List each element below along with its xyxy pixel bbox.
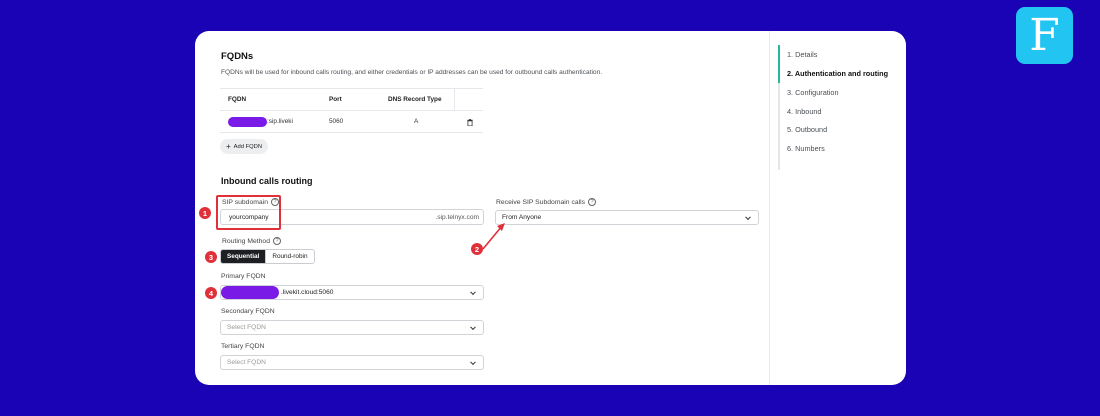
steps-progress-indicator <box>778 45 780 83</box>
col-header-port: Port <box>329 96 342 103</box>
primary-fqdn-label: Primary FQDN <box>221 273 266 280</box>
inbound-title: Inbound calls routing <box>221 176 313 186</box>
redacted-fqdn-prefix <box>228 117 267 127</box>
routing-method-toggle[interactable]: Sequential Round-robin <box>220 249 315 264</box>
step-numbers[interactable]: 6. Numbers <box>787 144 825 153</box>
record-type-cell: A <box>414 118 419 125</box>
fqdn-cell: :sip.liveki <box>267 118 293 125</box>
tertiary-fqdn-label: Tertiary FQDN <box>221 343 265 350</box>
panel-divider <box>769 31 770 385</box>
receive-calls-select[interactable]: From Anyone <box>495 210 759 225</box>
chevron-down-icon <box>470 358 476 365</box>
sip-domain-suffix: .sip.telnyx.com <box>435 213 479 221</box>
chevron-down-icon <box>745 213 751 220</box>
annotation-arrow <box>482 223 505 250</box>
routing-option-sequential[interactable]: Sequential <box>221 250 266 263</box>
highlight-box-sip-subdomain <box>216 195 281 230</box>
fqdns-description: FQDNs will be used for inbound calls rou… <box>221 69 603 76</box>
annotation-badge-2: 2 <box>471 243 483 255</box>
step-details[interactable]: 1. Details <box>787 50 817 59</box>
step-outbound[interactable]: 5. Outbound <box>787 125 827 134</box>
tertiary-fqdn-placeholder: Select FQDN <box>227 359 266 366</box>
table-header-border <box>220 110 483 111</box>
port-cell: 5060 <box>329 118 344 125</box>
table-row-border <box>220 132 483 133</box>
chevron-down-icon <box>470 323 476 330</box>
secondary-fqdn-placeholder: Select FQDN <box>227 324 266 331</box>
step-inbound[interactable]: 4. Inbound <box>787 107 822 116</box>
main-panel: FQDNs FQDNs will be used for inbound cal… <box>195 31 769 385</box>
help-icon[interactable]: ? <box>588 198 597 206</box>
add-fqdn-label: Add FQDN <box>233 143 263 150</box>
redacted-primary-fqdn <box>221 286 279 299</box>
secondary-fqdn-label: Secondary FQDN <box>221 308 275 315</box>
fqdns-title: FQDNs <box>221 51 254 62</box>
chevron-down-icon <box>470 288 476 295</box>
table-col-divider <box>454 88 455 110</box>
settings-card: FQDNs FQDNs will be used for inbound cal… <box>195 31 906 385</box>
add-fqdn-button[interactable]: + Add FQDN <box>220 139 268 154</box>
col-header-record-type: DNS Record Type <box>388 96 442 103</box>
steps-nav: 1. Details 2. Authentication and routing… <box>778 45 906 170</box>
receive-calls-label: Receive SIP Subdomain calls ? <box>496 198 597 206</box>
trash-icon[interactable] <box>467 119 473 126</box>
annotation-badge-4: 4 <box>205 287 217 299</box>
plus-icon: + <box>225 141 231 151</box>
brand-logo: F <box>1016 7 1073 64</box>
step-authentication-and-routing[interactable]: 2. Authentication and routing <box>787 69 888 78</box>
annotation-badge-1: 1 <box>199 207 211 219</box>
table-top-border <box>220 88 483 89</box>
routing-method-label: Routing Method ? <box>222 237 281 245</box>
tertiary-fqdn-select[interactable]: Select FQDN <box>220 355 484 370</box>
secondary-fqdn-select[interactable]: Select FQDN <box>220 320 484 335</box>
routing-option-round-robin[interactable]: Round-robin <box>265 250 314 263</box>
receive-calls-label-text: Receive SIP Subdomain calls <box>496 198 586 206</box>
step-configuration[interactable]: 3. Configuration <box>787 88 839 97</box>
routing-method-label-text: Routing Method <box>222 237 270 245</box>
help-icon[interactable]: ? <box>273 237 281 245</box>
col-header-fqdn: FQDN <box>228 96 247 103</box>
annotation-badge-3: 3 <box>205 251 217 263</box>
receive-calls-value: From Anyone <box>502 214 542 221</box>
primary-fqdn-value: .livekit.cloud:5060 <box>281 289 334 296</box>
